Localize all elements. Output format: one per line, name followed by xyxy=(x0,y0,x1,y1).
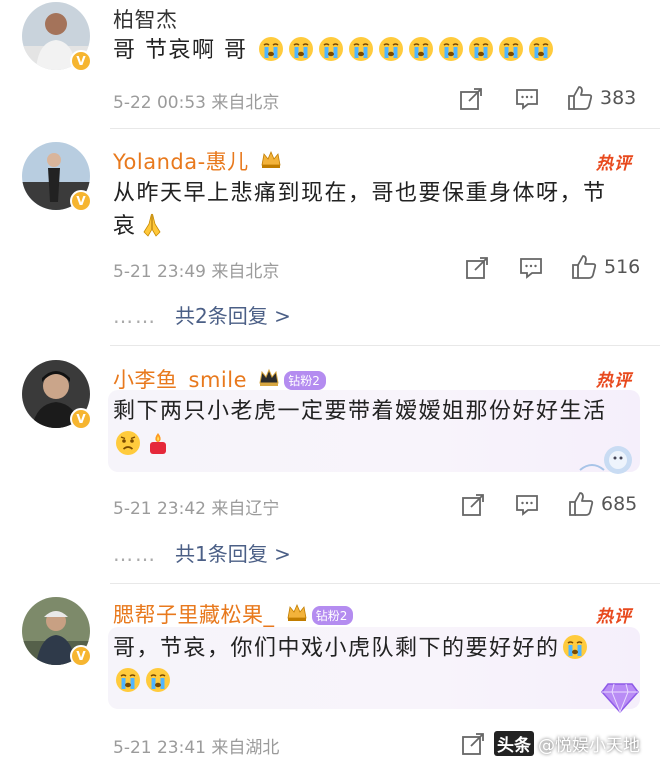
comment-text-body: 哥，节哀，你们中戏小虎队剩下的要好好的 xyxy=(113,636,560,661)
comment-meta: 5-22 00:53 来自北京 xyxy=(113,93,280,113)
username-text: Yolanda-惠儿 xyxy=(113,150,249,174)
verified-badge-icon: V xyxy=(70,50,92,72)
replies-dots: …… xyxy=(113,542,157,566)
crying-face-icon xyxy=(562,634,588,660)
comment-meta: 5-21 23:49 来自北京 xyxy=(113,262,280,282)
username[interactable]: Yolanda-惠儿 xyxy=(113,146,282,176)
bubble-decoration-icon xyxy=(579,446,632,474)
share-button[interactable] xyxy=(460,492,486,518)
comment-meta: 5-21 23:42 来自辽宁 xyxy=(113,499,280,519)
username[interactable]: 腮帮子里藏松果_ 钻粉2 xyxy=(113,599,354,629)
crying-face-icon xyxy=(258,36,284,62)
username-text: 腮帮子里藏松果_ xyxy=(113,603,275,627)
candle-icon xyxy=(145,430,171,456)
sad-face-icon xyxy=(115,430,141,456)
divider xyxy=(110,583,660,584)
share-button[interactable] xyxy=(464,255,490,281)
comment-text: 哥，节哀，你们中戏小虎队剩下的要好好的 xyxy=(113,632,633,698)
diamond-decoration-icon xyxy=(601,683,639,714)
share-icon xyxy=(460,492,486,518)
replies-count: 共2条回复 > xyxy=(175,304,291,328)
comment-icon xyxy=(518,255,544,281)
like-icon xyxy=(566,84,594,112)
share-icon xyxy=(464,255,490,281)
verified-badge-icon: V xyxy=(70,408,92,430)
crown-badge-icon xyxy=(261,150,281,168)
like-button[interactable]: 516 xyxy=(570,253,640,281)
like-count: 383 xyxy=(600,87,637,109)
crying-face-icon xyxy=(528,36,554,62)
like-icon xyxy=(567,490,595,518)
fan-level-badge: 钻粉2 xyxy=(311,606,354,625)
comment-meta: 5-21 23:41 来自湖北 xyxy=(113,738,280,758)
verified-badge-icon: V xyxy=(70,645,92,667)
comment-text-body: 哥 节哀啊 哥 xyxy=(113,38,248,63)
crying-face-icon xyxy=(408,36,434,62)
watermark-text: @悦娱小天地 xyxy=(538,736,640,756)
comment-button[interactable] xyxy=(514,492,540,518)
crying-face-icon xyxy=(498,36,524,62)
like-button[interactable]: 685 xyxy=(567,490,637,518)
share-icon xyxy=(460,731,486,757)
crying-face-icon xyxy=(318,36,344,62)
replies-dots: …… xyxy=(113,304,157,328)
like-count: 685 xyxy=(601,493,638,515)
hot-comment-badge: 热评 xyxy=(596,154,632,174)
crying-face-icon xyxy=(378,36,404,62)
crown-badge-icon xyxy=(259,368,279,386)
share-icon xyxy=(458,86,484,112)
username[interactable]: 柏智杰 xyxy=(113,4,178,34)
comment-text: 剩下两只小老虎一定要带着嫒嫒姐那份好好生活 xyxy=(113,395,633,461)
view-replies-link[interactable]: …… 共2条回复 > xyxy=(113,300,291,329)
comment-text: 从昨天早上悲痛到现在，哥也要保重身体呀，节 哀 xyxy=(113,177,633,243)
comment-text-line2: 哀 xyxy=(113,214,137,239)
username-text: 小李鱼_smile xyxy=(113,368,247,392)
divider xyxy=(110,345,660,346)
comment-text-line1: 从昨天早上悲痛到现在，哥也要保重身体呀，节 xyxy=(113,181,607,206)
crying-face-icon xyxy=(288,36,314,62)
view-replies-link[interactable]: …… 共1条回复 > xyxy=(113,538,291,567)
hot-comment-badge: 热评 xyxy=(596,607,632,627)
comment-button[interactable] xyxy=(514,86,540,112)
crying-face-icon xyxy=(145,667,171,693)
comment-text-body: 剩下两只小老虎一定要带着嫒嫒姐那份好好生活 xyxy=(113,399,607,424)
comment-icon xyxy=(514,86,540,112)
toutiao-logo: 头条 xyxy=(494,731,534,756)
share-button[interactable] xyxy=(460,731,486,757)
verified-badge-icon: V xyxy=(70,190,92,212)
divider xyxy=(110,128,660,129)
crying-face-icon xyxy=(348,36,374,62)
like-count: 516 xyxy=(604,256,641,278)
praying-hands-icon xyxy=(139,212,165,238)
hot-comment-badge: 热评 xyxy=(596,371,632,391)
watermark: 头条 @悦娱小天地 xyxy=(494,731,640,756)
like-button[interactable]: 383 xyxy=(566,84,636,112)
comment-icon xyxy=(514,492,540,518)
crying-face-icon xyxy=(115,667,141,693)
replies-count: 共1条回复 > xyxy=(175,542,291,566)
crown-badge-icon xyxy=(287,603,307,621)
comment-text: 哥 节哀啊 哥 xyxy=(113,34,556,67)
crying-face-icon xyxy=(468,36,494,62)
fan-level-badge: 钻粉2 xyxy=(284,371,326,390)
crying-face-icon xyxy=(438,36,464,62)
comment-button[interactable] xyxy=(518,255,544,281)
share-button[interactable] xyxy=(458,86,484,112)
like-icon xyxy=(570,253,598,281)
